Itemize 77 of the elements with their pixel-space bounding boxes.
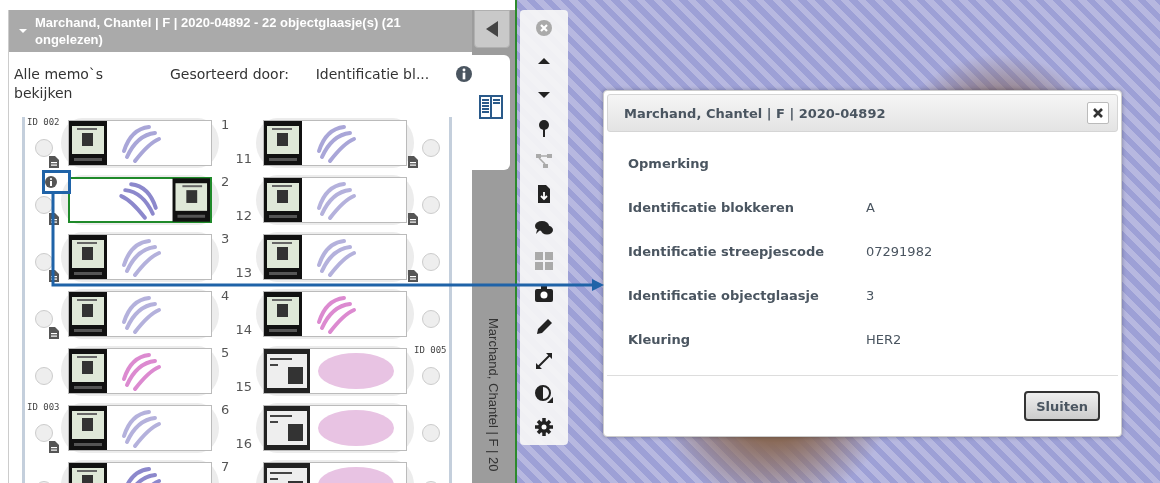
field-label: Identificatie objectglaasje xyxy=(628,287,820,303)
slide-number: 11 xyxy=(235,151,252,166)
radio-button[interactable] xyxy=(35,423,53,442)
slide-thumbnail[interactable] xyxy=(263,120,407,166)
field-value: A xyxy=(866,199,876,215)
radio-button[interactable] xyxy=(422,309,440,328)
triangle-left-icon xyxy=(486,21,499,37)
slide-thumbnail[interactable] xyxy=(68,234,212,280)
document-icon[interactable] xyxy=(408,213,418,225)
slide-number: 14 xyxy=(235,322,252,337)
layout-icon xyxy=(479,95,504,119)
slide-number: 3 xyxy=(221,231,230,246)
slide-number: 1 xyxy=(221,117,230,132)
camera-icon[interactable] xyxy=(534,284,554,304)
side-tab[interactable] xyxy=(472,55,510,170)
expand-icon[interactable] xyxy=(534,350,554,371)
settings-icon[interactable] xyxy=(534,417,554,437)
document-icon[interactable] xyxy=(49,156,59,168)
document-icon[interactable] xyxy=(49,327,59,339)
memo-link[interactable]: Alle memo`s bekijken xyxy=(14,65,154,103)
info-icon[interactable] xyxy=(45,176,57,188)
document-icon[interactable] xyxy=(49,213,59,225)
slide-thumbnail[interactable] xyxy=(263,291,407,337)
slide-thumbnail[interactable] xyxy=(68,405,212,451)
slide-number: 12 xyxy=(235,208,252,223)
document-icon[interactable] xyxy=(49,441,59,453)
slide-thumbnail[interactable] xyxy=(263,234,407,280)
field-label: Identificatie streepjescode xyxy=(628,243,826,259)
radio-button[interactable] xyxy=(35,195,53,214)
radio-button[interactable] xyxy=(422,366,440,385)
radio-button[interactable] xyxy=(422,138,440,157)
slide-thumbnail[interactable] xyxy=(68,348,212,394)
slide-thumbnail[interactable] xyxy=(68,177,212,223)
group-label: ID 003 xyxy=(27,402,60,412)
panel-title: Marchand, Chantel | F | 2020-04892 - 22 objectglaasje(s) (21 ongelezen) xyxy=(35,14,402,48)
radio-button[interactable] xyxy=(422,195,440,214)
close-icon xyxy=(1092,107,1104,119)
field-label: Kleuring xyxy=(628,331,692,347)
field-value: 07291982 xyxy=(866,243,934,259)
field-value: 3 xyxy=(866,287,876,303)
vertical-title: Marchand, Chantel | F | 20 xyxy=(486,318,502,472)
field-value: HER2 xyxy=(866,331,903,347)
slide-thumbnail[interactable] xyxy=(68,291,212,337)
document-icon[interactable] xyxy=(408,156,418,168)
sort-label: Gesorteerd door: xyxy=(170,65,290,84)
slide-number: 5 xyxy=(221,345,230,360)
slide-thumbnail[interactable] xyxy=(263,348,407,394)
info-icon[interactable] xyxy=(456,66,473,82)
slide-number: 6 xyxy=(221,402,230,417)
slide-number: 4 xyxy=(221,288,230,303)
close-dialog-button[interactable]: Sluiten xyxy=(1024,391,1100,421)
dialog-title: Marchand, Chantel | F | 2020-04892 xyxy=(624,105,886,121)
field-label: Identificatie blokkeren xyxy=(628,199,795,215)
slide-number: 7 xyxy=(221,459,230,474)
slide-thumbnail[interactable] xyxy=(263,177,407,223)
highlight-box xyxy=(42,170,71,194)
slide-number: 16 xyxy=(235,436,252,451)
field-label: Opmerking xyxy=(628,155,710,171)
radio-button[interactable] xyxy=(422,252,440,271)
document-icon[interactable] xyxy=(408,270,418,282)
close-button[interactable] xyxy=(1087,102,1109,124)
radio-button[interactable] xyxy=(35,366,53,385)
slide-number: 15 xyxy=(235,379,252,394)
collapse-button[interactable] xyxy=(474,10,510,48)
slide-number: 13 xyxy=(235,265,252,280)
radio-button[interactable] xyxy=(35,138,53,157)
slide-thumbnail[interactable] xyxy=(68,120,212,166)
slide-number: 2 xyxy=(221,174,230,189)
contrast-icon[interactable] xyxy=(534,383,554,404)
radio-button[interactable] xyxy=(35,309,53,328)
document-icon[interactable] xyxy=(49,270,59,282)
slide-thumbnail[interactable] xyxy=(263,405,407,451)
radio-button[interactable] xyxy=(35,252,53,271)
sort-dropdown[interactable]: Identificatie bl... xyxy=(315,65,451,84)
radio-button[interactable] xyxy=(422,423,440,442)
group-label: ID 002 xyxy=(27,117,60,127)
group-label: ID 005 xyxy=(414,345,447,355)
